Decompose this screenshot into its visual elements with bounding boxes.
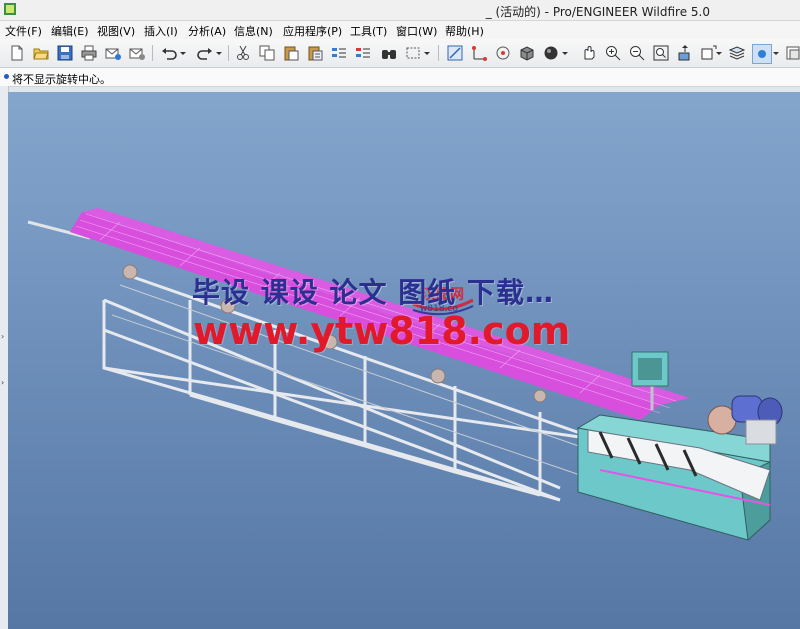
model-view[interactable] [8,92,800,629]
info-bullet-icon [4,74,9,79]
model-tree-icon[interactable] [446,44,464,62]
expand-arrow-icon[interactable]: › [1,332,4,341]
print-icon[interactable] [80,44,98,62]
email-attach-icon[interactable] [128,44,146,62]
main-toolbar [0,39,800,68]
orient-icon[interactable] [676,44,694,62]
title-bar: _ (活动的) - Pro/ENGINEER Wildfire 5.0 [0,0,800,21]
window-title: _ (活动的) - Pro/ENGINEER Wildfire 5.0 [485,5,710,19]
cut-icon[interactable] [234,44,252,62]
datum-axis-icon[interactable] [470,44,488,62]
menu-edit[interactable]: 编辑(E) [51,23,89,39]
copy-icon[interactable] [258,44,276,62]
regenerate-icon[interactable] [330,44,348,62]
watermark-line1: 毕设 课设 论文 图纸 下载… [192,276,554,309]
email-icon[interactable] [104,44,122,62]
shading-icon[interactable] [518,44,536,62]
message-area: 将不显示旋转中心。 [0,68,800,87]
display-dropdown-icon[interactable] [771,44,781,62]
redo-icon[interactable] [196,44,214,62]
save-icon[interactable] [56,44,74,62]
menu-window[interactable]: 窗口(W) [396,23,437,39]
sphere-icon[interactable] [542,44,560,62]
menu-bar: 文件(F) 编辑(E) 视图(V) 插入(I) 分析(A) 信息(N) 应用程序… [0,21,800,39]
menu-insert[interactable]: 插入(I) [144,23,178,39]
graphics-window[interactable]: 汉图网 w818.co [8,92,800,629]
redo-dropdown-icon[interactable] [214,44,224,62]
menu-applications[interactable]: 应用程序(P) [283,23,342,39]
new-icon[interactable] [8,44,26,62]
watermark-line2: www.ytw818.com [193,309,571,353]
status-message: 将不显示旋转中心。 [12,73,111,86]
paste-special-icon[interactable] [306,44,324,62]
saved-views-dropdown-icon[interactable] [714,44,724,62]
menu-view[interactable]: 视图(V) [97,23,135,39]
toolbar-separator [438,45,439,61]
select-dropdown-icon[interactable] [422,44,432,62]
regenerate-manager-icon[interactable] [354,44,372,62]
toolbar-separator [228,45,229,61]
menu-info[interactable]: 信息(N) [234,23,273,39]
zoom-in-icon[interactable] [604,44,622,62]
undo-dropdown-icon[interactable] [178,44,188,62]
more-icon[interactable] [784,44,800,62]
undo-icon[interactable] [160,44,178,62]
select-box-icon[interactable] [404,44,422,62]
spin-center-icon[interactable] [580,44,598,62]
menu-help[interactable]: 帮助(H) [445,23,484,39]
sphere-dropdown-icon[interactable] [560,44,570,62]
refit-icon[interactable] [652,44,670,62]
menu-analysis[interactable]: 分析(A) [188,23,226,39]
menu-file[interactable]: 文件(F) [5,23,42,39]
layers-icon[interactable] [728,44,746,62]
menu-tools[interactable]: 工具(T) [350,23,387,39]
open-icon[interactable] [32,44,50,62]
datum-point-icon[interactable] [494,44,512,62]
zoom-out-icon[interactable] [628,44,646,62]
expand-arrow-icon[interactable]: › [1,378,4,387]
toolbar-separator [152,45,153,61]
display-style-icon[interactable] [752,44,772,64]
paste-icon[interactable] [282,44,300,62]
find-icon[interactable] [380,44,398,62]
cutting-cabinet [576,414,771,542]
